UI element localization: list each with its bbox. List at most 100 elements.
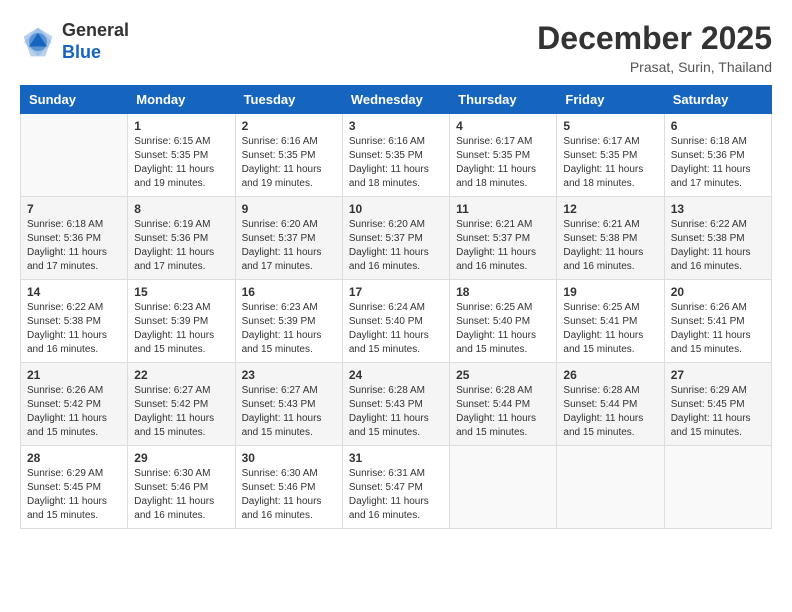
day-info: Sunrise: 6:16 AMSunset: 5:35 PMDaylight:…	[349, 135, 443, 191]
calendar-day-cell: 30Sunrise: 6:30 AMSunset: 5:46 PMDayligh…	[235, 446, 342, 529]
calendar-header-row: SundayMondayTuesdayWednesdayThursdayFrid…	[21, 86, 772, 114]
day-info: Sunrise: 6:31 AMSunset: 5:47 PMDaylight:…	[349, 467, 443, 523]
day-info: Sunrise: 6:28 AMSunset: 5:44 PMDaylight:…	[456, 384, 550, 440]
calendar-week-row: 21 Sunrise: 6:26 AMSunset: 5:42 PMDayligh…	[21, 363, 772, 446]
day-info: Sunrise: 6:29 AMSunset: 5:45 PMDaylight:…	[27, 467, 121, 523]
calendar-day-cell	[557, 446, 664, 529]
day-info: Sunrise: 6:23 AMSunset: 5:39 PMDaylight:…	[134, 301, 228, 357]
month-title: December 2025	[537, 20, 772, 57]
day-info: Sunrise: 6:22 AMSunset: 5:38 PMDaylight:…	[27, 301, 121, 357]
calendar-day-cell: 10 Sunrise: 6:20 AMSunset: 5:37 PMDayligh…	[342, 197, 449, 280]
day-info: Sunrise: 6:26 AMSunset: 5:41 PMDaylight:…	[671, 301, 765, 357]
day-info: Sunrise: 6:16 AMSunset: 5:35 PMDaylight:…	[242, 135, 336, 191]
title-section: December 2025 Prasat, Surin, Thailand	[537, 20, 772, 75]
calendar-day-cell: 19 Sunrise: 6:25 AMSunset: 5:41 PMDayligh…	[557, 280, 664, 363]
day-number: 8	[134, 202, 228, 216]
day-number: 24	[349, 368, 443, 382]
calendar-day-header: Sunday	[21, 86, 128, 114]
calendar-day-cell: 27 Sunrise: 6:29 AMSunset: 5:45 PMDayligh…	[664, 363, 771, 446]
day-number: 21	[27, 368, 121, 382]
calendar-week-row: 14 Sunrise: 6:22 AMSunset: 5:38 PMDayligh…	[21, 280, 772, 363]
calendar-day-cell: 5Sunrise: 6:17 AMSunset: 5:35 PMDaylight…	[557, 114, 664, 197]
calendar-day-cell: 3 Sunrise: 6:16 AMSunset: 5:35 PMDaylight…	[342, 114, 449, 197]
calendar-table: SundayMondayTuesdayWednesdayThursdayFrid…	[20, 85, 772, 529]
day-number: 13	[671, 202, 765, 216]
day-number: 31	[349, 451, 443, 465]
calendar-day-cell: 21 Sunrise: 6:26 AMSunset: 5:42 PMDayligh…	[21, 363, 128, 446]
calendar-day-cell: 31 Sunrise: 6:31 AMSunset: 5:47 PMDayligh…	[342, 446, 449, 529]
day-number: 16	[242, 285, 336, 299]
day-number: 29	[134, 451, 228, 465]
day-number: 19	[563, 285, 657, 299]
day-number: 4	[456, 119, 550, 133]
day-number: 26	[563, 368, 657, 382]
day-info: Sunrise: 6:19 AMSunset: 5:36 PMDaylight:…	[134, 218, 228, 274]
calendar-week-row: 28 Sunrise: 6:29 AMSunset: 5:45 PMDayligh…	[21, 446, 772, 529]
day-number: 14	[27, 285, 121, 299]
day-number: 18	[456, 285, 550, 299]
calendar-day-cell	[21, 114, 128, 197]
day-number: 17	[349, 285, 443, 299]
day-number: 10	[349, 202, 443, 216]
day-info: Sunrise: 6:30 AMSunset: 5:46 PMDaylight:…	[134, 467, 228, 523]
day-number: 11	[456, 202, 550, 216]
day-info: Sunrise: 6:28 AMSunset: 5:44 PMDaylight:…	[563, 384, 657, 440]
calendar-day-header: Monday	[128, 86, 235, 114]
calendar-day-cell: 8 Sunrise: 6:19 AMSunset: 5:36 PMDaylight…	[128, 197, 235, 280]
logo: General Blue	[20, 20, 129, 63]
calendar-day-header: Thursday	[450, 86, 557, 114]
logo-general-text: General	[62, 20, 129, 40]
calendar-day-cell: 13 Sunrise: 6:22 AMSunset: 5:38 PMDayligh…	[664, 197, 771, 280]
calendar-day-cell: 6Sunrise: 6:18 AMSunset: 5:36 PMDaylight…	[664, 114, 771, 197]
calendar-day-cell: 28 Sunrise: 6:29 AMSunset: 5:45 PMDayligh…	[21, 446, 128, 529]
calendar-day-cell: 1 Sunrise: 6:15 AMSunset: 5:35 PMDaylight…	[128, 114, 235, 197]
day-info: Sunrise: 6:24 AMSunset: 5:40 PMDaylight:…	[349, 301, 443, 357]
calendar-day-cell: 4 Sunrise: 6:17 AMSunset: 5:35 PMDaylight…	[450, 114, 557, 197]
calendar-day-cell: 23Sunrise: 6:27 AMSunset: 5:43 PMDayligh…	[235, 363, 342, 446]
day-info: Sunrise: 6:17 AMSunset: 5:35 PMDaylight:…	[456, 135, 550, 191]
day-info: Sunrise: 6:26 AMSunset: 5:42 PMDaylight:…	[27, 384, 121, 440]
day-info: Sunrise: 6:28 AMSunset: 5:43 PMDaylight:…	[349, 384, 443, 440]
calendar-day-header: Wednesday	[342, 86, 449, 114]
day-number: 27	[671, 368, 765, 382]
calendar-day-cell	[664, 446, 771, 529]
day-number: 23	[242, 368, 336, 382]
day-info: Sunrise: 6:25 AMSunset: 5:40 PMDaylight:…	[456, 301, 550, 357]
day-number: 20	[671, 285, 765, 299]
calendar-day-cell: 11 Sunrise: 6:21 AMSunset: 5:37 PMDayligh…	[450, 197, 557, 280]
day-number: 3	[349, 119, 443, 133]
calendar-day-cell: 20 Sunrise: 6:26 AMSunset: 5:41 PMDayligh…	[664, 280, 771, 363]
day-number: 7	[27, 202, 121, 216]
calendar-day-cell: 18 Sunrise: 6:25 AMSunset: 5:40 PMDayligh…	[450, 280, 557, 363]
calendar-day-header: Tuesday	[235, 86, 342, 114]
calendar-day-cell: 24 Sunrise: 6:28 AMSunset: 5:43 PMDayligh…	[342, 363, 449, 446]
day-info: Sunrise: 6:27 AMSunset: 5:42 PMDaylight:…	[134, 384, 228, 440]
day-number: 12	[563, 202, 657, 216]
calendar-day-cell: 12 Sunrise: 6:21 AMSunset: 5:38 PMDayligh…	[557, 197, 664, 280]
calendar-day-header: Saturday	[664, 86, 771, 114]
calendar-day-cell	[450, 446, 557, 529]
location-text: Prasat, Surin, Thailand	[537, 59, 772, 75]
calendar-day-cell: 7Sunrise: 6:18 AMSunset: 5:36 PMDaylight…	[21, 197, 128, 280]
day-info: Sunrise: 6:23 AMSunset: 5:39 PMDaylight:…	[242, 301, 336, 357]
calendar-day-cell: 22Sunrise: 6:27 AMSunset: 5:42 PMDayligh…	[128, 363, 235, 446]
calendar-day-cell: 29 Sunrise: 6:30 AMSunset: 5:46 PMDayligh…	[128, 446, 235, 529]
calendar-day-cell: 17 Sunrise: 6:24 AMSunset: 5:40 PMDayligh…	[342, 280, 449, 363]
day-info: Sunrise: 6:29 AMSunset: 5:45 PMDaylight:…	[671, 384, 765, 440]
day-info: Sunrise: 6:17 AMSunset: 5:35 PMDaylight:…	[563, 135, 657, 191]
day-info: Sunrise: 6:20 AMSunset: 5:37 PMDaylight:…	[349, 218, 443, 274]
day-info: Sunrise: 6:21 AMSunset: 5:37 PMDaylight:…	[456, 218, 550, 274]
day-number: 2	[242, 119, 336, 133]
calendar-day-cell: 15Sunrise: 6:23 AMSunset: 5:39 PMDayligh…	[128, 280, 235, 363]
day-number: 28	[27, 451, 121, 465]
calendar-day-header: Friday	[557, 86, 664, 114]
logo-icon	[20, 24, 56, 60]
day-info: Sunrise: 6:21 AMSunset: 5:38 PMDaylight:…	[563, 218, 657, 274]
day-info: Sunrise: 6:22 AMSunset: 5:38 PMDaylight:…	[671, 218, 765, 274]
day-info: Sunrise: 6:30 AMSunset: 5:46 PMDaylight:…	[242, 467, 336, 523]
calendar-day-cell: 16 Sunrise: 6:23 AMSunset: 5:39 PMDayligh…	[235, 280, 342, 363]
day-number: 1	[134, 119, 228, 133]
day-info: Sunrise: 6:25 AMSunset: 5:41 PMDaylight:…	[563, 301, 657, 357]
day-info: Sunrise: 6:15 AMSunset: 5:35 PMDaylight:…	[134, 135, 228, 191]
calendar-week-row: 7Sunrise: 6:18 AMSunset: 5:36 PMDaylight…	[21, 197, 772, 280]
